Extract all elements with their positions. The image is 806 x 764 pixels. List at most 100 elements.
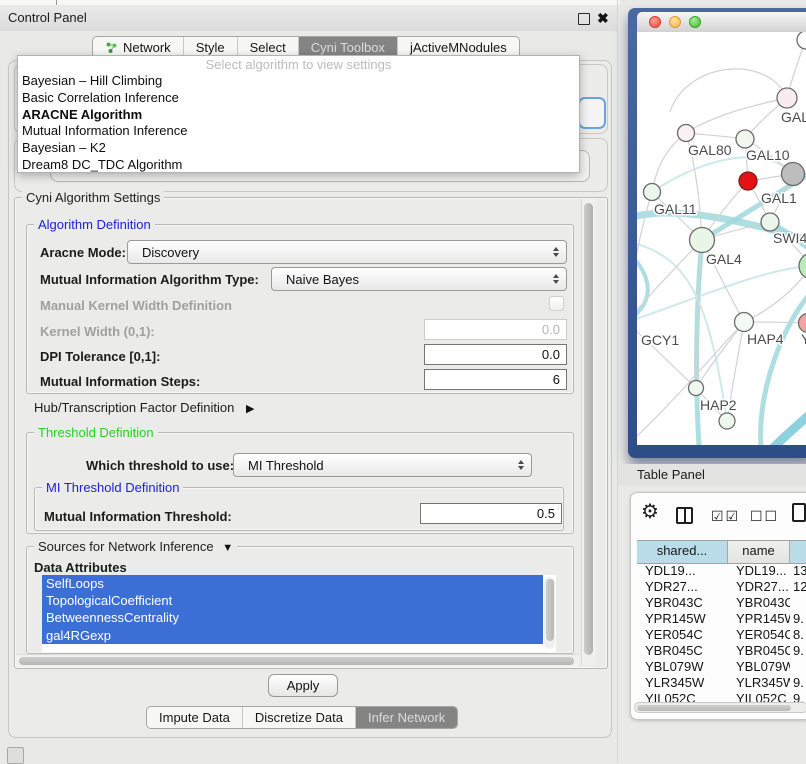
minimize-traffic-light[interactable] [669, 16, 681, 28]
stepper-icon [553, 274, 559, 284]
table-cell: YLR345W [637, 675, 728, 691]
network-node[interactable] [782, 163, 805, 186]
zoom-traffic-light[interactable] [689, 16, 701, 28]
network-node-hap4[interactable] [735, 313, 754, 332]
column-header-shared[interactable]: shared... [637, 541, 728, 563]
table-cell: YBR043C [728, 595, 790, 611]
node-label-swi4: SWI4 [773, 230, 806, 246]
expand-down-icon: ▼ [222, 542, 233, 554]
table-cell: YER054C [637, 627, 728, 643]
network-node-gal80[interactable] [678, 125, 695, 142]
network-node-gal[interactable] [777, 88, 797, 108]
table-cell [790, 595, 806, 611]
network-node[interactable] [799, 253, 806, 279]
algorithm-option-aracne-algorithm[interactable]: ARACNE Algorithm [18, 107, 579, 124]
algorithm-option-mutual-information-inference[interactable]: Mutual Information Inference [18, 123, 579, 140]
algorithm-option-bayesian-hill-climbing[interactable]: Bayesian – Hill Climbing [18, 73, 579, 90]
mi-threshold-input[interactable]: 0.5 [420, 503, 562, 524]
sources-title[interactable]: Sources for Network Inference ▼ [34, 539, 237, 554]
node-label-gal: GAL [781, 109, 806, 125]
network-window-titlebar[interactable] [637, 12, 806, 32]
network-node-gal1[interactable] [739, 172, 757, 190]
network-node[interactable] [719, 413, 735, 429]
tab-label: Select [250, 40, 286, 55]
hub-expander[interactable]: Hub/Transcription Factor Definition ▶ [34, 400, 254, 415]
tab-discretize-data[interactable]: Discretize Data [242, 707, 355, 728]
algorithm-definition-title: Algorithm Definition [34, 217, 155, 232]
tab-label: Impute Data [159, 710, 230, 725]
table-cell: YPR145W [728, 611, 790, 627]
network-node[interactable] [797, 32, 806, 49]
node-label-gal11: GAL11 [654, 201, 697, 217]
algorithm-dropdown-placeholder: Select algorithm to view settings [18, 57, 579, 73]
column-header-blank[interactable] [790, 541, 806, 563]
table-cell: YIL052C [637, 691, 728, 702]
corner-widget[interactable] [7, 747, 24, 764]
float-window-icon[interactable] [578, 13, 590, 25]
table-row[interactable]: YDR27...YDR27...12 [637, 579, 806, 595]
mi-algorithm-type-value: Naive Bayes [286, 272, 359, 287]
table-cell: YBL079W [728, 659, 790, 675]
algorithm-option-dream8-dc-tdc-algorithm[interactable]: Dream8 DC_TDC Algorithm [18, 157, 579, 174]
network-canvas[interactable]: GALGAL80GAL10GAL1GAL11SWI4GAL4GCY1HAP4YH… [637, 32, 806, 445]
table-row[interactable]: YPR145WYPR145W9. [637, 611, 806, 627]
new-table-icon[interactable] [792, 503, 806, 522]
table-row[interactable]: YBR045CYBR045C9. [637, 643, 806, 659]
network-node-hap2[interactable] [689, 381, 704, 396]
manual-kernel-checkbox[interactable] [549, 296, 564, 311]
column-header-name[interactable]: name [728, 541, 790, 563]
attribute-item-topologicalcoefficient[interactable]: TopologicalCoefficient [42, 592, 543, 609]
network-node-gal4[interactable] [690, 228, 715, 253]
attribute-item-betweennesscentrality[interactable]: BetweennessCentrality [42, 609, 543, 626]
hub-expander-label: Hub/Transcription Factor Definition [34, 400, 234, 415]
data-attributes-list[interactable]: SelfLoopsTopologicalCoefficientBetweenne… [42, 575, 556, 652]
apply-button[interactable]: Apply [268, 674, 338, 697]
mi-threshold-label: Mutual Information Threshold: [44, 509, 232, 524]
mi-algorithm-type-select[interactable]: Naive Bayes [271, 267, 567, 291]
table-row[interactable]: YIL052CYIL052C9. [637, 691, 806, 702]
split-columns-icon[interactable] [676, 507, 693, 524]
network-node-y[interactable] [799, 314, 806, 333]
table-cell: 13 [790, 563, 806, 579]
gear-icon[interactable]: ⚙ [641, 501, 659, 523]
network-node-swi4[interactable] [761, 213, 779, 231]
algorithm-option-bayesian-k2[interactable]: Bayesian – K2 [18, 140, 579, 157]
tab-label: Infer Network [368, 710, 445, 725]
mi-threshold-title: MI Threshold Definition [42, 480, 183, 495]
mi-type-label: Mutual Information Algorithm Type: [40, 272, 259, 287]
table-horizontal-scrollbar[interactable] [634, 702, 806, 713]
table-row[interactable]: YBL079WYBL079W [637, 659, 806, 675]
table-cell: 9. [790, 643, 806, 659]
algorithm-option-basic-correlation-inference[interactable]: Basic Correlation Inference [18, 90, 579, 107]
mi-threshold-value: 0.5 [537, 506, 555, 521]
tab-impute-data[interactable]: Impute Data [147, 707, 242, 728]
table-row[interactable]: YBR043CYBR043C [637, 595, 806, 611]
network-node-gal11[interactable] [644, 184, 661, 201]
select-all-icon[interactable]: ☑☑ [711, 508, 740, 525]
table-header: shared...name [637, 540, 806, 564]
attribute-item-selfloops[interactable]: SelfLoops [42, 575, 543, 592]
table-cell: YDL19... [728, 563, 790, 579]
table-cell: YPR145W [637, 611, 728, 627]
sources-title-label: Sources for Network Inference [38, 539, 214, 554]
attribute-item-gal4rgexp[interactable]: gal4RGexp [42, 627, 543, 644]
dpi-tolerance-input[interactable]: 0.0 [424, 344, 567, 365]
tab-infer-network[interactable]: Infer Network [355, 707, 457, 728]
focused-button[interactable] [578, 97, 606, 129]
mi-steps-input[interactable]: 6 [424, 369, 567, 390]
list-scrollbar[interactable] [544, 577, 555, 649]
mi-steps-value: 6 [553, 372, 560, 387]
settings-horizontal-scrollbar[interactable] [16, 654, 579, 667]
deselect-all-icon[interactable]: ☐☐ [750, 508, 779, 525]
close-traffic-light[interactable] [649, 16, 661, 28]
settings-vertical-scrollbar[interactable] [581, 199, 596, 665]
table-row[interactable]: YER054CYER054C8. [637, 627, 806, 643]
table-cell: YDL19... [637, 563, 728, 579]
aracne-mode-select[interactable]: Discovery [127, 240, 567, 264]
table-row[interactable]: YDL19...YDL19...13 [637, 563, 806, 579]
table-row[interactable]: YLR345WYLR345W9. [637, 675, 806, 691]
which-threshold-select[interactable]: MI Threshold [233, 453, 532, 477]
network-node-gal10[interactable] [736, 130, 754, 148]
close-icon[interactable]: ✖ [597, 9, 609, 27]
table-cell: YBR043C [637, 595, 728, 611]
